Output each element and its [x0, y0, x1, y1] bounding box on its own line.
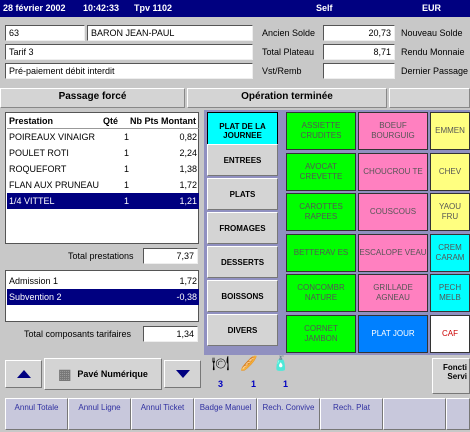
header-montant: Montant [161, 116, 196, 126]
product-tile[interactable]: CREM CARAM [430, 233, 470, 272]
operation-terminee-tab[interactable]: Opération terminée [187, 88, 387, 108]
product-tile[interactable]: COUSCOUS [358, 193, 428, 231]
payment-mode-field: Pré-paiement débit interdit [5, 63, 253, 79]
annul-totale-button[interactable]: Annul Totale [5, 398, 68, 430]
rech-convive-button[interactable]: Rech. Convive [257, 398, 320, 430]
prestations-grid: Prestation Qté Nb Pts Montant POIREAUX V… [5, 112, 199, 244]
product-tile[interactable]: EMMEN [430, 112, 470, 150]
ancien-solde-label: Ancien Solde [262, 28, 316, 38]
function-button-blank[interactable] [446, 398, 470, 430]
product-tile[interactable]: PLAT JOUR [358, 314, 428, 353]
components-grid: Admission 1 1,72 Subvention 2 -0,38 [5, 270, 199, 322]
vst-remb-field[interactable] [323, 63, 395, 79]
total-composants-field: 1,34 [143, 326, 198, 342]
dernier-passage-label: Dernier Passage [401, 66, 469, 76]
tariff-field: Tarif 3 [5, 44, 253, 60]
annul-ticket-button[interactable]: Annul Ticket [131, 398, 194, 430]
list-item[interactable]: Admission 1 1,72 [7, 273, 199, 289]
category-boissons[interactable]: BOISSONS [207, 280, 278, 312]
keypad-icon: ▦ [58, 365, 72, 382]
passage-force-tab[interactable]: Passage forcé [0, 88, 185, 108]
product-tile[interactable]: CHOUCROU TE [358, 152, 428, 191]
product-tile[interactable]: CHEV [430, 152, 470, 191]
time-label: 10:42:33 [83, 3, 120, 13]
product-tile[interactable]: AVOCAT CREVETTE [286, 152, 356, 191]
rech-plat-button[interactable]: Rech. Plat [320, 398, 383, 430]
bread-count: 1 [251, 379, 257, 389]
header-prestation: Prestation [9, 116, 54, 126]
bread-icon: 🥖 [240, 355, 258, 371]
rendu-monnaie-label: Rendu Monnaie [401, 47, 465, 57]
badge-manuel-button[interactable]: Badge Manuel [194, 398, 257, 430]
status-bar: 28 février 2002 10:42:33 Tpv 1102 Self E… [0, 0, 470, 17]
product-tile[interactable]: GRILLADE AGNEAU [358, 274, 428, 312]
category-entrees[interactable]: ENTREES [207, 144, 278, 176]
product-tile[interactable]: CAROTTES RAPEES [286, 193, 356, 231]
plate-count: 3 [218, 379, 224, 389]
category-fromages[interactable]: FROMAGES [207, 212, 278, 244]
product-tile[interactable]: CAF [430, 314, 470, 353]
total-plateau-label: Total Plateau [262, 47, 315, 57]
annul-ligne-button[interactable]: Annul Ligne [68, 398, 131, 430]
product-tile[interactable]: YAOU FRU [430, 193, 470, 231]
list-item-selected[interactable]: Subvention 2 -0,38 [7, 289, 199, 305]
total-plateau-field: 8,71 [323, 44, 395, 60]
pave-numerique-button[interactable]: ▦ Pavé Numérique [44, 358, 162, 390]
total-composants-label: Total composants tarifaires [24, 329, 132, 339]
mode-label: Self [316, 3, 333, 13]
triangle-down-icon [175, 370, 190, 378]
product-tile[interactable]: PECH MELB [430, 274, 470, 312]
tab-extra[interactable] [389, 88, 470, 108]
category-plats[interactable]: PLATS [207, 178, 278, 210]
plate-icon: 🍽 [212, 355, 230, 371]
ancien-solde-field: 20,73 [323, 25, 395, 41]
date-label: 28 février 2002 [3, 3, 66, 13]
fonction-service-button[interactable]: Foncti Servi [432, 358, 470, 394]
customer-name-field[interactable]: BARON JEAN-PAUL [87, 25, 253, 41]
vst-remb-label: Vst/Remb [262, 66, 302, 76]
currency-label: EUR [422, 3, 442, 13]
bottle-count: 1 [283, 379, 289, 389]
total-prestations-label: Total prestations [68, 251, 134, 261]
header-qte: Qté [103, 116, 119, 126]
bottle-icon: 🧴 [272, 355, 290, 371]
table-row[interactable]: POULET ROTI 1 2,24 [7, 145, 199, 161]
triangle-up-icon [16, 370, 31, 378]
category-desserts[interactable]: DESSERTS [207, 246, 278, 278]
customer-number-field[interactable]: 63 [5, 25, 85, 41]
table-row[interactable]: ROQUEFORT 1 1,38 [7, 161, 199, 177]
table-row[interactable]: FLAN AUX PRUNEAU 1 1,72 [7, 177, 199, 193]
header-nbpts: Nb Pts [130, 116, 159, 126]
scroll-up-button[interactable] [5, 360, 42, 388]
function-button-blank[interactable] [383, 398, 446, 430]
table-row-selected[interactable]: 1/4 VITTEL 1 1,21 [7, 193, 199, 209]
product-tile[interactable]: BOEUF BOURGUIG [358, 112, 428, 150]
pave-numerique-label: Pavé Numérique [77, 369, 148, 379]
nouveau-solde-label: Nouveau Solde [401, 28, 463, 38]
product-tile[interactable]: CONCOMBR NATURE [286, 274, 356, 312]
table-row[interactable]: POIREAUX VINAIGR 1 0,82 [7, 129, 199, 145]
product-tile[interactable]: ESCALOPE VEAU [358, 233, 428, 272]
grid-header: Prestation Qté Nb Pts Montant [7, 113, 199, 129]
product-tile[interactable]: CORNET JAMBON [286, 314, 356, 353]
category-divers[interactable]: DIVERS [207, 314, 278, 346]
scroll-down-button[interactable] [164, 360, 201, 388]
product-tile[interactable]: BETTERAV ES [286, 233, 356, 272]
total-prestations-field: 7,37 [143, 248, 198, 264]
terminal-label: Tpv 1102 [134, 3, 173, 13]
product-tile[interactable]: ASSIETTE CRUDITES [286, 112, 356, 150]
